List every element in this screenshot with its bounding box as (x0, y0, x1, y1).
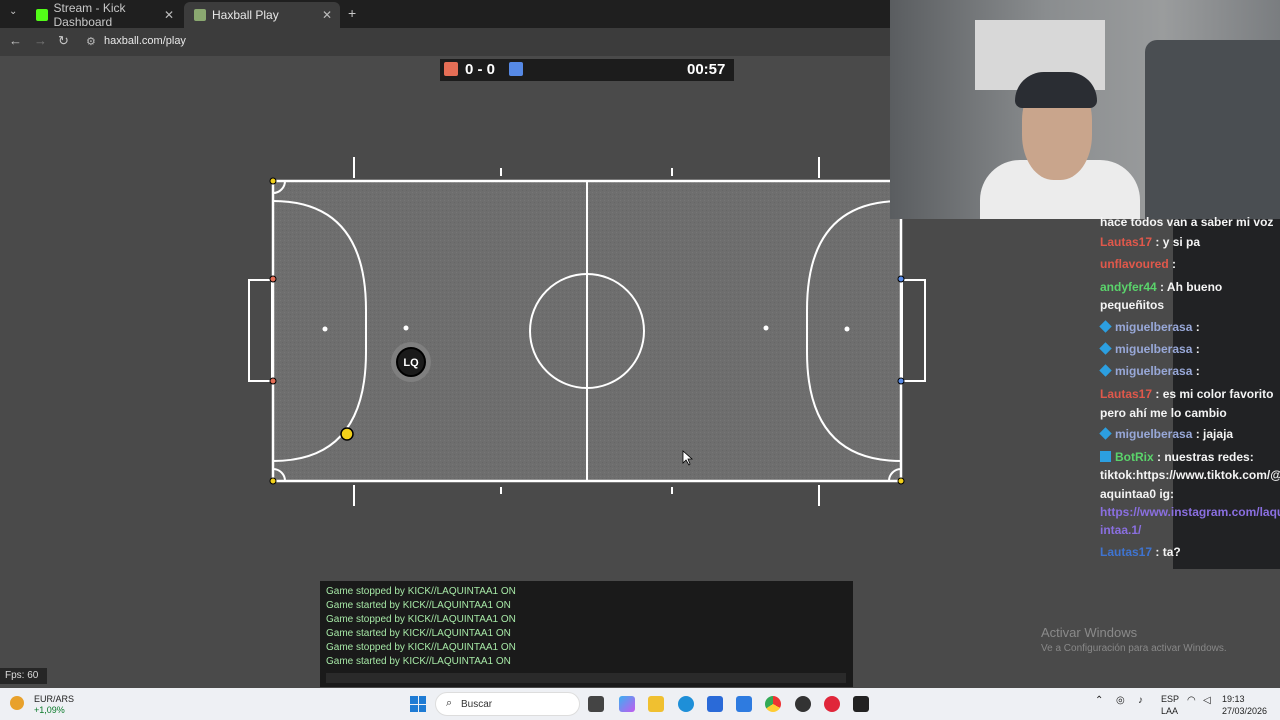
start-button[interactable] (410, 696, 426, 712)
left-goal (248, 279, 273, 382)
fps-counter: Fps: 60 (0, 668, 47, 684)
bot-badge-icon (1100, 451, 1111, 462)
chat-message: pero ahí me lo cambio (1100, 406, 1227, 420)
chat-link[interactable]: intaa.1/ (1100, 521, 1141, 539)
volume-icon[interactable]: ◁ (1203, 695, 1211, 706)
screen: ⌄ Stream - Kick Dashboard ✕ Haxball Play… (0, 0, 1280, 720)
activate-windows-subtitle: Ve a Configuración para activar Windows. (1041, 643, 1227, 654)
penalty-spot (844, 326, 850, 332)
currency-pair: EUR/ARS (34, 694, 75, 704)
diamond-badge-icon (1099, 320, 1112, 333)
stream-chat-overlay: hace todos van a saber mi voz Lautas17 :… (1090, 215, 1280, 569)
chat-message: Lautas17 : y si pa (1100, 235, 1201, 249)
taskbar-search[interactable]: ⌕ Buscar (435, 692, 580, 716)
chat-line: Game stopped by KICK//LAQUINTAA1 ON (326, 642, 516, 653)
store-icon[interactable] (707, 696, 723, 712)
ball (340, 427, 354, 441)
task-view-icon[interactable] (588, 696, 604, 712)
chat-message: miguelberasa : (1099, 318, 1200, 336)
media-player-icon[interactable] (824, 696, 840, 712)
edge-icon[interactable] (678, 696, 694, 712)
blue-team-icon (509, 62, 523, 76)
chat-message: pequeñitos (1100, 298, 1165, 312)
chat-line: Game started by KICK//LAQUINTAA1 ON (326, 600, 511, 611)
currency-alert-icon (10, 696, 24, 710)
game-chat: Game stopped by KICK//LAQUINTAA1 ON Game… (320, 581, 853, 687)
language-indicator[interactable]: ESP (1161, 694, 1179, 704)
currency-change: +1,09% (34, 705, 65, 715)
score-display: 0 - 0 (465, 61, 496, 78)
goal-post (269, 377, 277, 385)
chat-message: Lautas17 : es mi color favorito (1100, 387, 1274, 401)
diamond-badge-icon (1099, 364, 1112, 377)
chrome-icon[interactable] (765, 696, 781, 712)
chat-message: unflavoured : (1100, 257, 1177, 271)
chat-line: Game started by KICK//LAQUINTAA1 ON (326, 656, 511, 667)
chat-line: Game started by KICK//LAQUINTAA1 ON (326, 628, 511, 639)
penalty-spot (322, 326, 328, 332)
mail-icon[interactable] (736, 696, 752, 712)
penalty-spot (763, 325, 769, 331)
chat-message: miguelberasa : (1099, 340, 1200, 358)
clock-date: 27/03/2026 (1222, 706, 1268, 716)
tray-overflow-icon[interactable]: ⌃ (1095, 695, 1103, 706)
chat-link[interactable]: https://www.instagram.com/laqu (1100, 503, 1280, 521)
chat-message: miguelberasa : (1099, 362, 1200, 380)
player-avatar-label: LQ (403, 357, 419, 369)
obs-icon[interactable] (795, 696, 811, 712)
language-layout: LAA (1161, 706, 1179, 716)
corner-post (269, 477, 277, 485)
red-team-icon (444, 62, 458, 76)
search-placeholder: Buscar (461, 699, 493, 710)
corner-post (897, 477, 905, 485)
search-icon: ⌕ (446, 697, 453, 709)
chat-line: Game stopped by KICK//LAQUINTAA1 ON (326, 586, 516, 597)
right-goal (901, 279, 926, 382)
windows-taskbar: EUR/ARS +1,09% ⌕ Buscar ⌃ ◎ ♪ ESP LAA ◠ … (0, 688, 1280, 720)
streamer-cap (1015, 72, 1097, 108)
chat-input[interactable] (326, 673, 846, 683)
clock-time[interactable]: 19:13 (1222, 694, 1245, 704)
webcam-overlay (890, 0, 1280, 219)
file-explorer-icon[interactable] (648, 696, 664, 712)
copilot-icon[interactable] (619, 696, 635, 712)
currency-widget[interactable]: EUR/ARS +1,09% (6, 692, 76, 716)
epic-games-icon[interactable] (853, 696, 869, 712)
match-timer: 00:57 (687, 61, 726, 78)
wifi-icon[interactable]: ◠ (1187, 695, 1196, 706)
activate-windows-title: Activar Windows (1041, 625, 1138, 640)
chat-message: andyfer44 : Ah bueno (1100, 280, 1223, 294)
microphone-icon[interactable]: ♪ (1138, 695, 1143, 706)
chat-message: BotRix : nuestras redes: (1100, 448, 1254, 466)
chat-line: Game stopped by KICK//LAQUINTAA1 ON (326, 614, 516, 625)
corner-post (269, 177, 277, 185)
chat-message: tiktok:https://www.tiktok.com/@l (1100, 468, 1280, 482)
chat-message: hace todos van a saber mi voz (1100, 215, 1274, 229)
diamond-badge-icon (1099, 427, 1112, 440)
sofa (1145, 40, 1280, 219)
chat-message: Lautas17 : ta? (1100, 545, 1181, 559)
goal-post (897, 275, 905, 283)
chat-message: aquintaa0 ig: (1100, 487, 1175, 501)
chat-message: miguelberasa : jajaja (1099, 425, 1233, 443)
penalty-spot (403, 325, 409, 331)
goal-post (897, 377, 905, 385)
diamond-badge-icon (1099, 342, 1112, 355)
tray-app-icon[interactable]: ◎ (1116, 695, 1125, 706)
goal-post (269, 275, 277, 283)
